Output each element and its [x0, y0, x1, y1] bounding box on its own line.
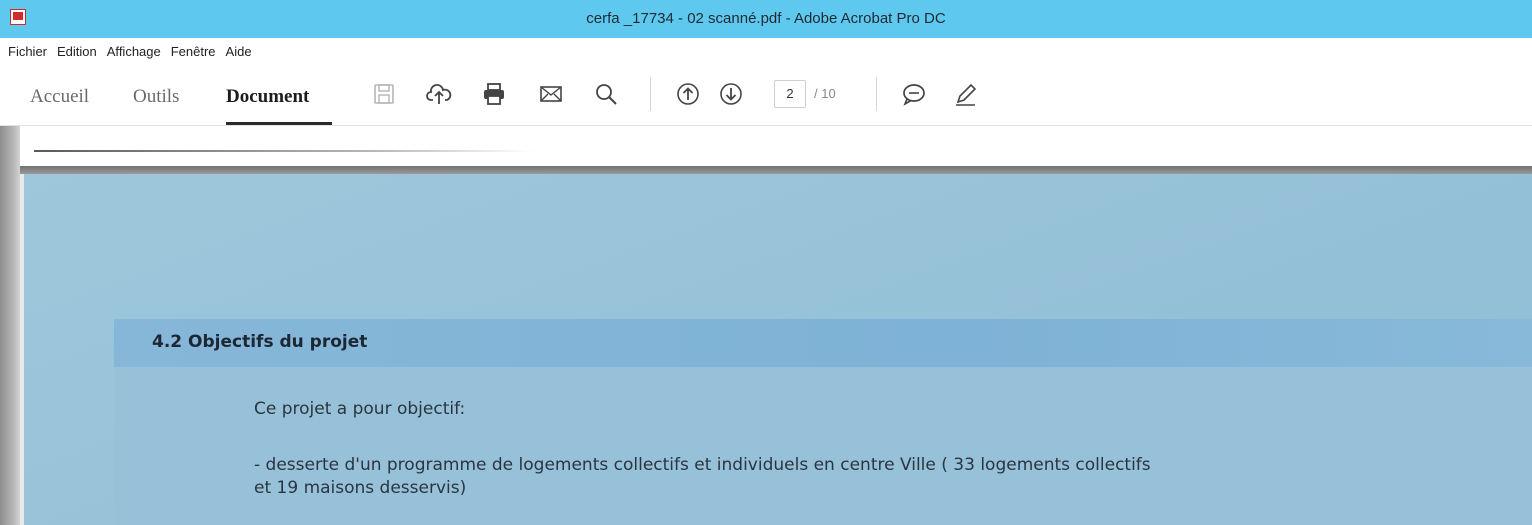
- menu-bar: Fichier Edition Affichage Fenêtre Aide: [0, 38, 1532, 62]
- previous-page-bottom: [20, 126, 1532, 166]
- page-number-input[interactable]: 2: [774, 80, 806, 108]
- scan-line-artifact: [34, 150, 534, 152]
- left-pane-edge: [0, 126, 20, 525]
- menu-edition[interactable]: Edition: [57, 42, 97, 59]
- section-title: 4.2 Objectifs du projet: [152, 332, 368, 352]
- menu-fichier[interactable]: Fichier: [8, 42, 47, 59]
- section-body: Ce projet a pour objectif: - desserte d'…: [114, 367, 1532, 525]
- menu-aide[interactable]: Aide: [226, 42, 252, 59]
- page-total: / 10: [814, 86, 836, 101]
- menu-affichage[interactable]: Affichage: [107, 42, 161, 59]
- page-divider: [20, 166, 1532, 174]
- paragraph-intro: Ce projet a pour objectif:: [254, 399, 466, 419]
- section-header: 4.2 Objectifs du projet: [114, 319, 1532, 367]
- comment-icon[interactable]: [900, 80, 928, 108]
- active-tab-indicator: [226, 122, 332, 125]
- toolbar-separator: [876, 77, 877, 111]
- save-icon[interactable]: [370, 80, 398, 108]
- tab-accueil[interactable]: Accueil: [30, 86, 89, 108]
- title-bar: cerfa _17734 - 02 scanné.pdf - Adobe Acr…: [0, 0, 1532, 38]
- pen-icon[interactable]: [952, 80, 980, 108]
- page-down-icon[interactable]: [717, 80, 745, 108]
- search-icon[interactable]: [592, 80, 620, 108]
- page-up-icon[interactable]: [674, 80, 702, 108]
- print-icon[interactable]: [480, 80, 508, 108]
- paragraph-item-line-1: - desserte d'un programme de logements c…: [254, 455, 1151, 475]
- tab-document[interactable]: Document: [226, 86, 309, 108]
- upload-cloud-icon[interactable]: [425, 80, 453, 108]
- window-title: cerfa _17734 - 02 scanné.pdf - Adobe Acr…: [586, 10, 946, 27]
- toolbar: Accueil Outils Document 2 / 10: [0, 62, 1532, 126]
- toolbar-separator: [650, 77, 651, 111]
- document-viewer[interactable]: 4.2 Objectifs du projet Ce projet a pour…: [0, 126, 1532, 525]
- scanned-page: 4.2 Objectifs du projet Ce projet a pour…: [24, 174, 1532, 525]
- paragraph-item-line-2: et 19 maisons desservis): [254, 478, 467, 498]
- menu-fenetre[interactable]: Fenêtre: [171, 42, 216, 59]
- email-icon[interactable]: [537, 80, 565, 108]
- tab-outils[interactable]: Outils: [133, 86, 179, 108]
